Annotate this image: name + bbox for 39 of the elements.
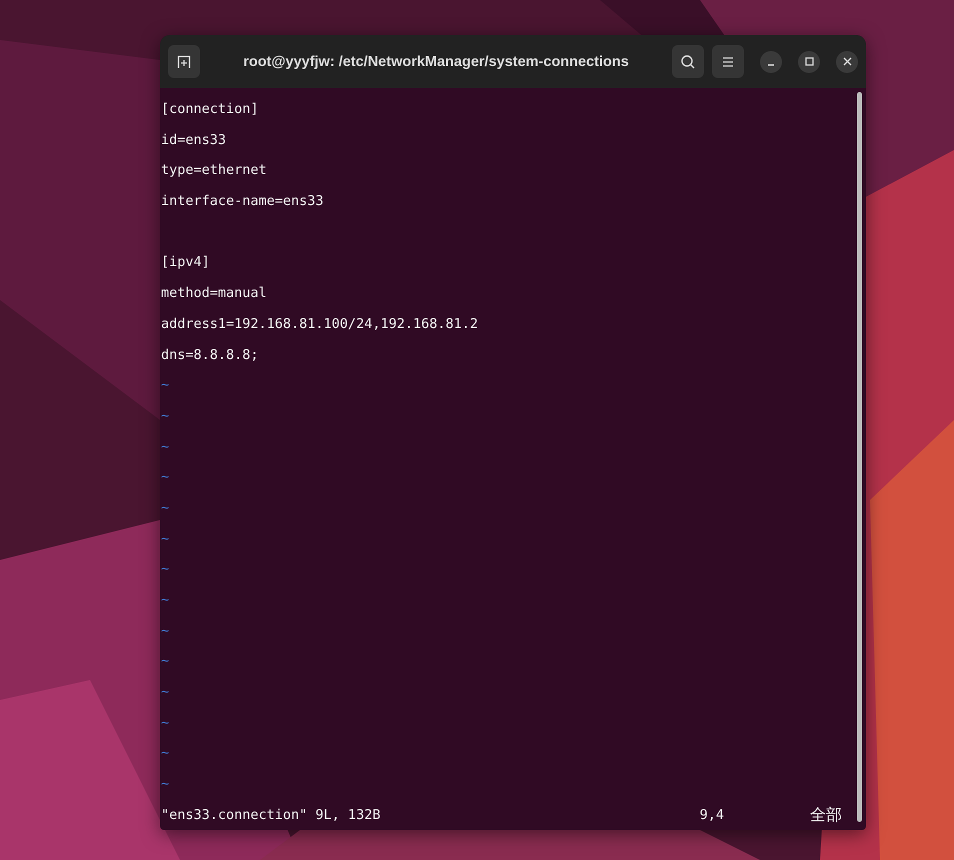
- empty-line-marker: ~: [161, 622, 170, 639]
- minimize-button[interactable]: [760, 50, 782, 72]
- empty-line-marker: ~: [161, 561, 170, 578]
- code-line: id=ens33: [161, 132, 226, 148]
- empty-line-marker: ~: [161, 500, 170, 516]
- empty-line-marker: ~: [161, 684, 170, 700]
- status-message: "ens33.connection" 9L, 132B: [161, 806, 380, 825]
- minimize-icon: [767, 64, 775, 66]
- scrollbar[interactable]: [857, 92, 862, 822]
- code-line: [connection]: [161, 101, 259, 117]
- code-line: interface-name=ens33: [161, 193, 324, 210]
- code-line: dns=8.8.8.8;: [161, 346, 259, 362]
- close-button[interactable]: [836, 50, 858, 72]
- scroll-indicator: 全部: [810, 804, 842, 826]
- search-button[interactable]: [672, 45, 704, 78]
- code-line: type=ethernet: [161, 162, 267, 178]
- code-line: [ipv4]: [161, 254, 210, 270]
- cursor-position: 9,4: [700, 806, 724, 825]
- window-title: root@yyyfjw: /etc/NetworkManager/system-connections: [243, 54, 629, 70]
- empty-line-marker: ~: [161, 408, 170, 424]
- menu-icon: [722, 56, 734, 68]
- empty-line-marker: ~: [161, 653, 170, 670]
- search-icon: [680, 54, 696, 70]
- empty-line-marker: ~: [161, 377, 170, 394]
- empty-line-marker: ~: [161, 776, 170, 792]
- maximize-icon: [804, 57, 814, 66]
- empty-line-marker: ~: [161, 530, 170, 547]
- empty-line-marker: ~: [161, 592, 170, 608]
- empty-line-marker: ~: [161, 745, 170, 762]
- code-line: address1=192.168.81.100/24,192.168.81.2: [161, 316, 478, 332]
- new-tab-icon: [177, 54, 191, 68]
- empty-line-marker: ~: [161, 438, 170, 455]
- new-tab-button[interactable]: [168, 45, 200, 78]
- empty-line-marker: ~: [161, 469, 170, 486]
- empty-line-marker: ~: [161, 714, 170, 731]
- code-line: method=manual: [161, 285, 267, 302]
- close-icon: [842, 57, 852, 66]
- maximize-button[interactable]: [798, 50, 820, 72]
- menu-button[interactable]: [712, 45, 744, 78]
